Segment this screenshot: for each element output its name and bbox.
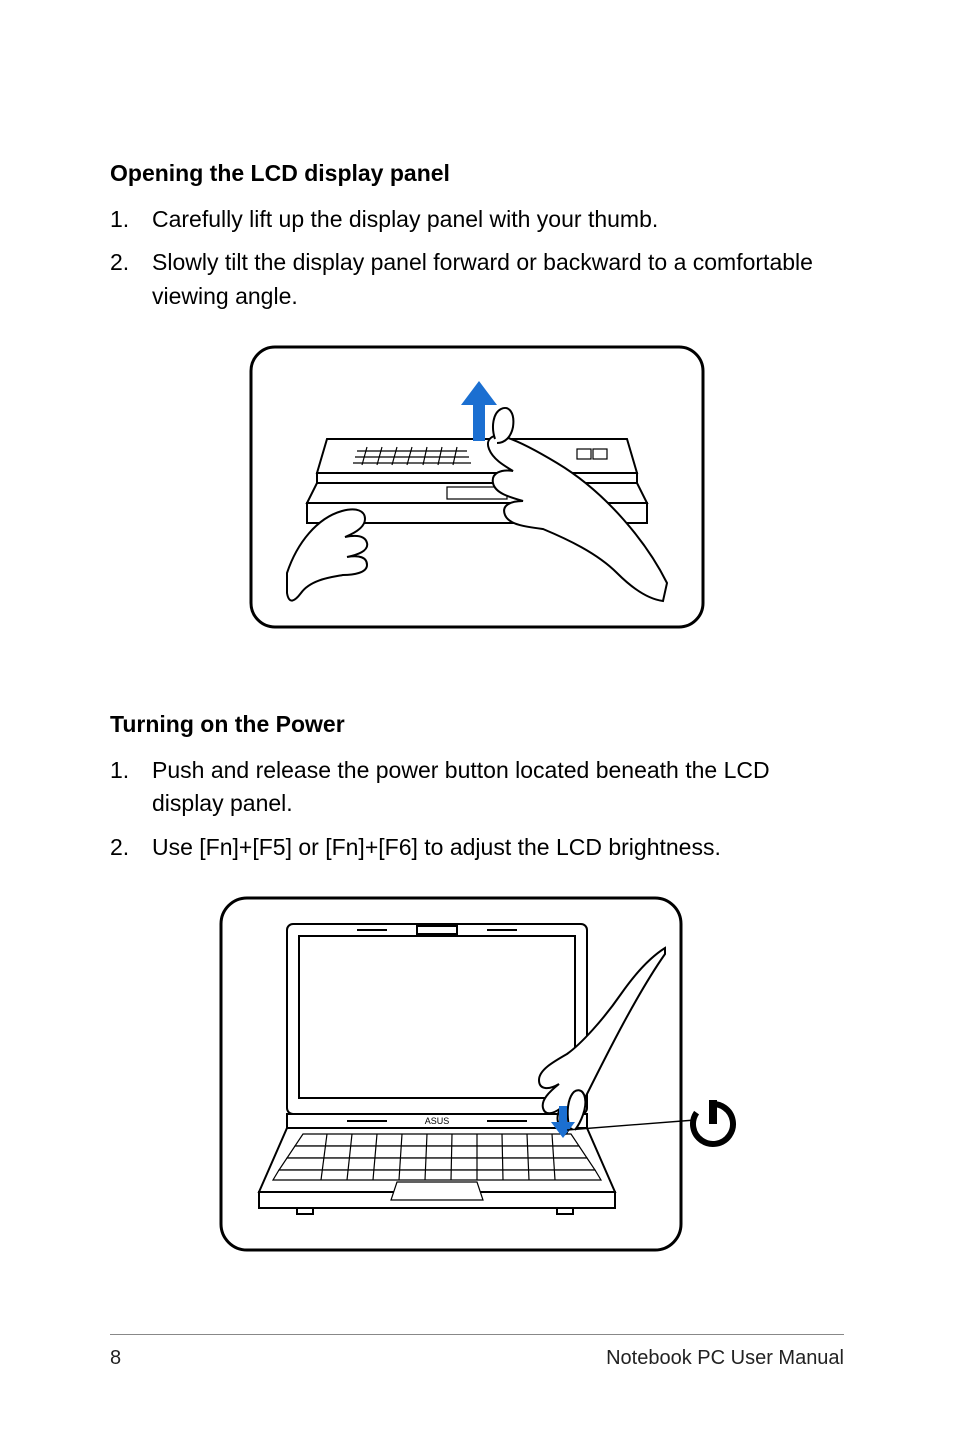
step-number: 1. bbox=[110, 754, 152, 821]
step-text: Push and release the power button locate… bbox=[152, 754, 844, 821]
footer-title: Notebook PC User Manual bbox=[606, 1347, 844, 1370]
section1-steps: 1. Carefully lift up the display panel w… bbox=[110, 203, 844, 313]
list-item: 1. Carefully lift up the display panel w… bbox=[110, 203, 844, 236]
step-number: 2. bbox=[110, 831, 152, 864]
illustration-power-on: ASUS bbox=[110, 894, 844, 1254]
step-number: 2. bbox=[110, 246, 152, 313]
section1-heading: Opening the LCD display panel bbox=[110, 160, 844, 187]
power-icon bbox=[685, 1096, 737, 1152]
page-number: 8 bbox=[110, 1347, 121, 1370]
svg-text:ASUS: ASUS bbox=[425, 1116, 450, 1126]
section2-heading: Turning on the Power bbox=[110, 711, 844, 738]
illustration-open-lcd bbox=[110, 343, 844, 631]
list-item: 2. Use [Fn]+[F5] or [Fn]+[F6] to adjust … bbox=[110, 831, 844, 864]
section2-steps: 1. Push and release the power button loc… bbox=[110, 754, 844, 864]
step-text: Use [Fn]+[F5] or [Fn]+[F6] to adjust the… bbox=[152, 831, 844, 864]
list-item: 2. Slowly tilt the display panel forward… bbox=[110, 246, 844, 313]
step-number: 1. bbox=[110, 203, 152, 236]
step-text: Slowly tilt the display panel forward or… bbox=[152, 246, 844, 313]
page-footer: 8 Notebook PC User Manual bbox=[110, 1334, 844, 1370]
list-item: 1. Push and release the power button loc… bbox=[110, 754, 844, 821]
step-text: Carefully lift up the display panel with… bbox=[152, 203, 844, 236]
